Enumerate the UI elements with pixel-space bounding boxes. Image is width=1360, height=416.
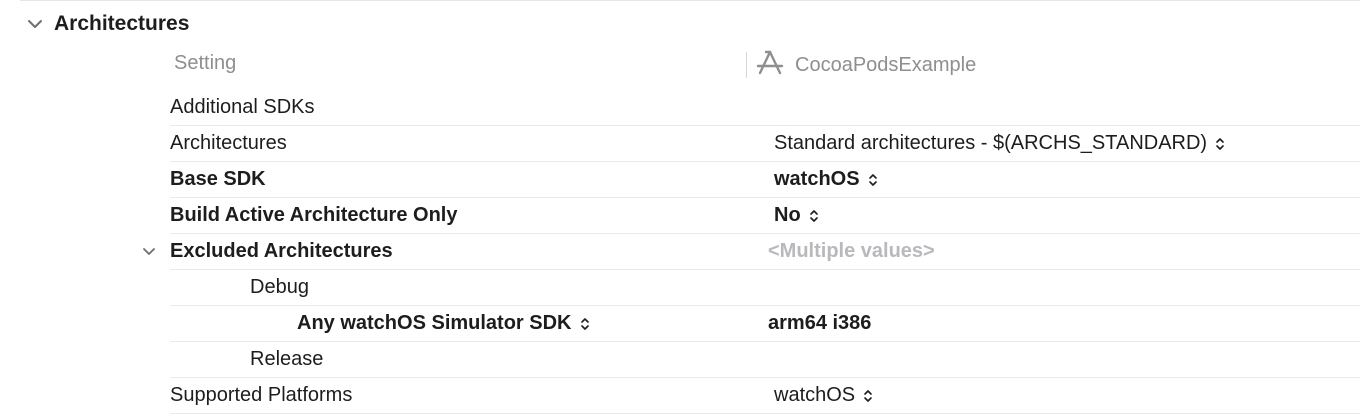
app-target-icon	[755, 49, 785, 82]
target-name: CocoaPodsExample	[795, 53, 977, 76]
setting-name: Supported Platforms	[170, 384, 353, 406]
supported-platforms-popup[interactable]: watchOS	[774, 384, 873, 407]
setting-row-supported-platforms[interactable]: Supported Platforms watchOS	[170, 378, 1360, 414]
updown-chevron-icon	[580, 317, 589, 330]
column-separator	[746, 52, 747, 78]
setting-name: Excluded Architectures	[170, 240, 393, 262]
architectures-popup[interactable]: Standard architectures - $(ARCHS_STANDAR…	[774, 132, 1225, 155]
setting-row-additional-sdks[interactable]: Additional SDKs	[170, 90, 1360, 126]
setting-column-label: Setting	[174, 52, 237, 74]
target-column-header[interactable]: CocoaPodsExample	[746, 49, 976, 81]
setting-name: Additional SDKs	[170, 96, 315, 118]
setting-row-debug[interactable]: Debug	[170, 270, 1360, 306]
setting-value: Standard architectures - $(ARCHS_STANDAR…	[774, 132, 1208, 154]
setting-row-base-sdk[interactable]: Base SDK watchOS	[170, 162, 1360, 198]
setting-name: Architectures	[170, 132, 287, 154]
setting-value: watchOS	[774, 168, 860, 190]
setting-value: watchOS	[774, 384, 856, 406]
setting-value: <Multiple values>	[768, 240, 935, 262]
chevron-down-icon[interactable]	[140, 243, 158, 261]
updown-chevron-icon	[868, 173, 877, 186]
configuration-name: Release	[250, 348, 324, 370]
sdk-condition-popup[interactable]: Any watchOS Simulator SDK	[297, 312, 590, 335]
build-active-arch-popup[interactable]: No	[774, 204, 819, 227]
setting-name: Base SDK	[170, 168, 266, 190]
setting-row-architectures[interactable]: Architectures Standard architectures - $…	[170, 126, 1360, 162]
base-sdk-popup[interactable]: watchOS	[774, 168, 878, 191]
setting-row-release[interactable]: Release	[170, 342, 1360, 378]
setting-name: Build Active Architecture Only	[170, 204, 458, 226]
condition-name: Any watchOS Simulator SDK	[297, 312, 572, 334]
updown-chevron-icon	[809, 209, 818, 222]
updown-chevron-icon	[1216, 137, 1224, 150]
top-divider	[20, 0, 1360, 1]
section-header[interactable]: Architectures	[22, 8, 189, 40]
configuration-name: Debug	[250, 276, 309, 298]
setting-row-build-active-architecture-only[interactable]: Build Active Architecture Only No	[170, 198, 1360, 234]
setting-row-any-watchos-simulator-sdk[interactable]: Any watchOS Simulator SDK arm64 i386	[170, 306, 1360, 342]
setting-value: No	[774, 204, 801, 226]
updown-chevron-icon	[864, 389, 872, 402]
section-title: Architectures	[54, 12, 190, 35]
setting-value: arm64 i386	[768, 312, 872, 334]
chevron-down-icon[interactable]	[22, 11, 48, 37]
column-header: Setting CocoaPodsExample	[170, 44, 1360, 86]
setting-row-excluded-architectures[interactable]: Excluded Architectures <Multiple values>	[143, 234, 1360, 270]
